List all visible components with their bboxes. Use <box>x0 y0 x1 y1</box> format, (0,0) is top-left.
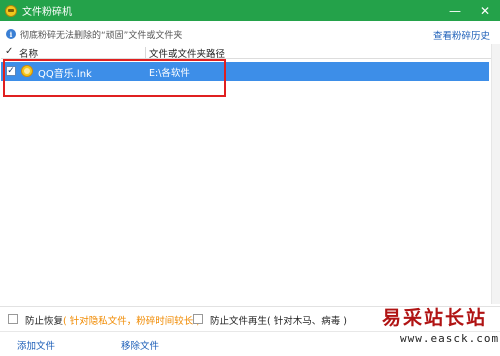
column-divider[interactable] <box>145 47 146 59</box>
title-bar: 文件粉碎机 — ✕ <box>0 0 500 21</box>
prevent-recover-text: 防止恢复 <box>25 316 64 327</box>
add-file-link[interactable]: 添加文件 <box>17 338 55 352</box>
watermark-url: www.easck.com <box>400 332 500 345</box>
watermark-text: 易采站长站 <box>382 307 488 329</box>
column-header-path[interactable]: 文件或文件夹路径 <box>149 46 225 60</box>
red-highlight-box <box>3 59 226 97</box>
info-icon: i <box>6 29 16 39</box>
select-all-check-icon[interactable]: ✓ <box>5 46 13 57</box>
prevent-regen-checkbox[interactable] <box>193 314 203 324</box>
prevent-recover-hint: ( 针对隐私文件，粉碎时间较长 ) <box>63 316 200 327</box>
vertical-scrollbar[interactable] <box>491 44 500 304</box>
info-bar: i 彻底粉碎无法删除的“顽固”文件或文件夹 <box>0 26 500 42</box>
prevent-regen-text: 防止文件再生 <box>210 316 268 327</box>
view-history-link[interactable]: 查看粉碎历史 <box>433 28 490 42</box>
app-logo-icon <box>5 4 17 17</box>
remove-file-link[interactable]: 移除文件 <box>121 338 159 352</box>
table-header: ✓ 名称 文件或文件夹路径 <box>1 46 491 60</box>
site-watermark: 易采站长站 www.easck.com <box>378 303 498 353</box>
prevent-regen-label: 防止文件再生( 针对木马、病毒 ) <box>210 313 347 327</box>
prevent-recover-label: 防止恢复( 针对隐私文件，粉碎时间较长 ) <box>25 313 200 327</box>
prevent-regen-hint: ( 针对木马、病毒 ) <box>267 316 347 327</box>
column-header-name[interactable]: 名称 <box>19 46 38 60</box>
prevent-recover-checkbox[interactable] <box>8 314 18 324</box>
info-text: 彻底粉碎无法删除的“顽固”文件或文件夹 <box>20 30 183 41</box>
close-button[interactable]: ✕ <box>470 0 500 21</box>
window-title: 文件粉碎机 <box>22 7 72 18</box>
minimize-button[interactable]: — <box>440 0 470 21</box>
